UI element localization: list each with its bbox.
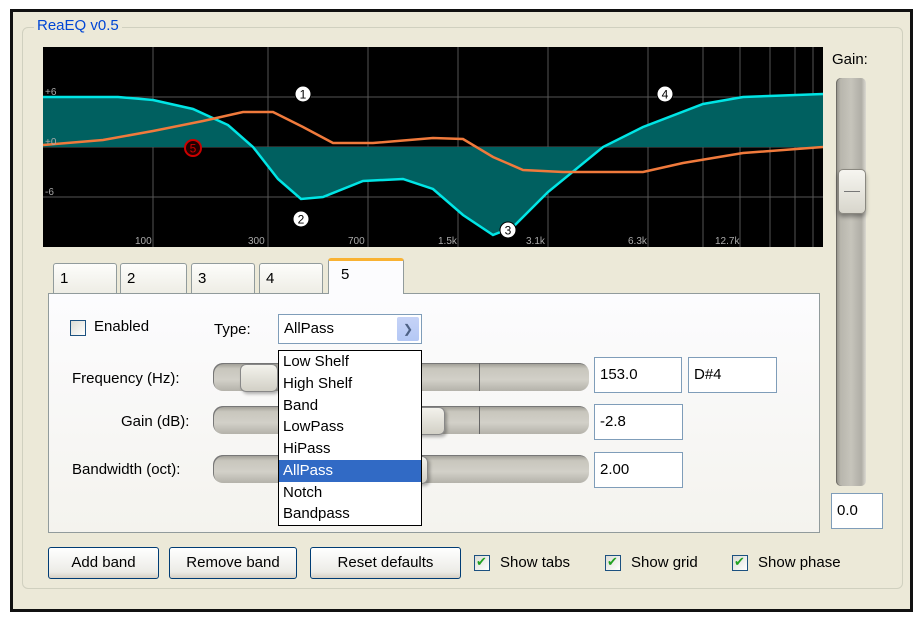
- band-marker-3[interactable]: 3: [499, 221, 517, 239]
- chevron-down-icon[interactable]: ❯: [397, 317, 419, 341]
- band-marker-5[interactable]: 5: [184, 139, 202, 157]
- show-grid-label: Show grid: [631, 554, 698, 571]
- gain-db-label: Gain (dB):: [121, 413, 190, 430]
- tab-band-2[interactable]: 2: [120, 263, 187, 293]
- y-axis-label: +6: [45, 87, 57, 98]
- eq-graph[interactable]: +6 +0 -6 100 300 700 1.5k 3.1k 6.3k 12.7k 1 2 3 4 5: [43, 47, 823, 247]
- tab-band-3[interactable]: 3: [191, 263, 255, 293]
- type-label: Type:: [214, 321, 251, 338]
- type-select-value: AllPass: [284, 320, 335, 337]
- show-grid-checkbox[interactable]: [605, 554, 621, 571]
- gain-db-value-field[interactable]: -2.8: [594, 404, 683, 440]
- x-axis-label: 3.1k: [526, 236, 546, 247]
- type-option[interactable]: High Shelf: [279, 373, 421, 395]
- bandwidth-value-field[interactable]: 2.00: [594, 452, 683, 488]
- band-marker-label: 1: [300, 88, 307, 102]
- frequency-note-field[interactable]: D#4: [688, 357, 777, 393]
- tab-band-4[interactable]: 4: [259, 263, 323, 293]
- tab-band-1[interactable]: 1: [53, 263, 117, 293]
- type-option[interactable]: Notch: [279, 482, 421, 504]
- gain-slider-thumb[interactable]: [838, 169, 866, 215]
- show-tabs-checkbox[interactable]: [474, 554, 490, 571]
- slider-center-tick: [479, 363, 480, 391]
- eq-graph-canvas[interactable]: +6 +0 -6 100 300 700 1.5k 3.1k 6.3k 12.7k 1 2 3 4 5: [43, 47, 823, 247]
- gain-slider-track[interactable]: [836, 78, 866, 486]
- band-marker-label: 4: [662, 88, 669, 102]
- x-axis-label: 6.3k: [628, 236, 648, 247]
- enabled-label: Enabled: [94, 318, 150, 335]
- group-title: ReaEQ v0.5: [34, 17, 122, 34]
- frequency-slider-thumb[interactable]: [240, 364, 278, 392]
- remove-band-button[interactable]: Remove band: [169, 547, 297, 579]
- type-option[interactable]: Low Shelf: [279, 351, 421, 373]
- x-axis-label: 100: [135, 236, 152, 247]
- show-phase-checkbox[interactable]: [732, 554, 748, 571]
- type-dropdown-list[interactable]: Low Shelf High Shelf Band LowPass HiPass AllP…: [278, 350, 422, 526]
- bandwidth-label: Bandwidth (oct):: [72, 461, 181, 478]
- type-option[interactable]: LowPass: [279, 416, 421, 438]
- frequency-label: Frequency (Hz):: [72, 370, 180, 387]
- x-axis-label: 300: [248, 236, 265, 247]
- reset-defaults-button[interactable]: Reset defaults: [310, 547, 461, 579]
- type-select[interactable]: AllPass ❯: [278, 314, 422, 344]
- y-axis-label: -6: [45, 187, 54, 198]
- show-phase-label: Show phase: [758, 554, 841, 571]
- gain-value-field[interactable]: 0.0: [831, 493, 883, 529]
- type-option[interactable]: AllPass: [279, 459, 421, 482]
- band-marker-label: 5: [190, 142, 197, 156]
- add-band-button[interactable]: Add band: [48, 547, 159, 579]
- gain-label: Gain:: [832, 51, 868, 68]
- x-axis-label: 700: [348, 236, 365, 247]
- band-marker-label: 2: [298, 213, 305, 227]
- type-option[interactable]: Band: [279, 395, 421, 417]
- type-option[interactable]: Bandpass: [279, 503, 421, 525]
- eq-fill: [43, 94, 823, 235]
- slider-center-tick: [479, 406, 480, 434]
- frequency-value-field[interactable]: 153.0: [594, 357, 682, 393]
- band-marker-1[interactable]: 1: [294, 85, 312, 103]
- y-axis-label: +0: [45, 137, 57, 148]
- band-marker-label: 3: [505, 224, 512, 238]
- enabled-checkbox[interactable]: [70, 320, 86, 336]
- band-marker-2[interactable]: 2: [292, 210, 310, 228]
- x-axis-label: 1.5k: [438, 236, 458, 247]
- band-marker-4[interactable]: 4: [656, 85, 674, 103]
- tab-band-5[interactable]: 5: [328, 258, 404, 294]
- show-tabs-label: Show tabs: [500, 554, 571, 571]
- type-option[interactable]: HiPass: [279, 438, 421, 460]
- x-axis-label: 12.7k: [715, 236, 740, 247]
